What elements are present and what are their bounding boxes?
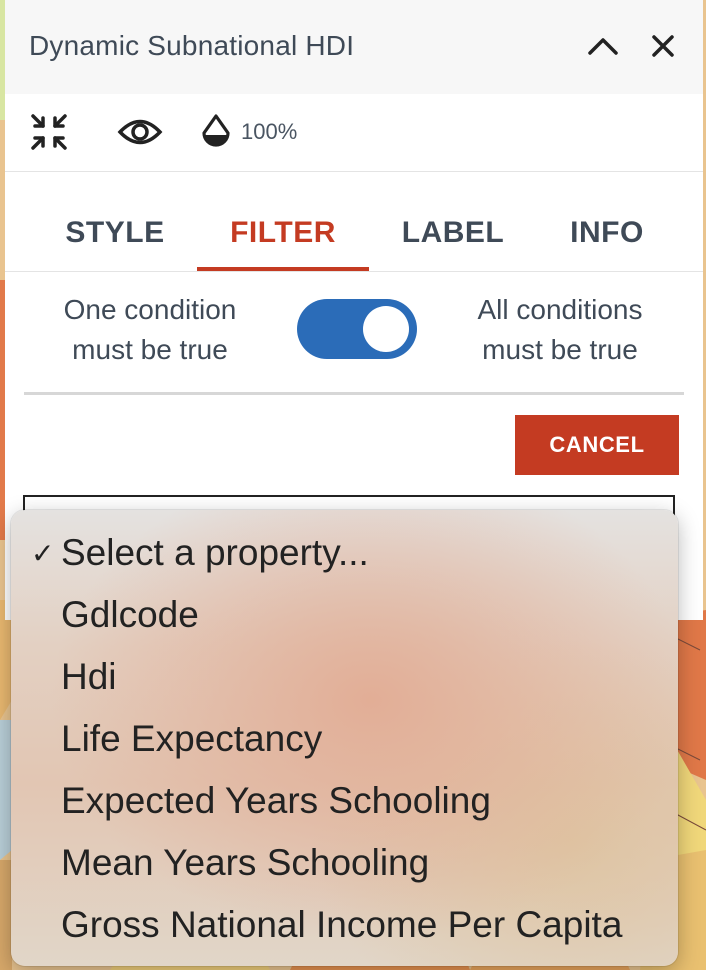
option-label: Select a property...	[61, 532, 369, 573]
panel-header: Dynamic Subnational HDI	[5, 0, 703, 94]
opacity-control[interactable]: 100%	[199, 112, 297, 152]
opacity-value: 100%	[241, 119, 298, 144]
any-condition-line1: One condition	[63, 294, 237, 325]
option-label: Gross National Income Per Capita	[61, 904, 623, 945]
close-icon	[652, 35, 674, 57]
chevron-up-icon	[588, 38, 618, 55]
dropdown-option-mean-years-schooling[interactable]: Mean Years Schooling	[11, 832, 678, 894]
any-condition-label: One condition must be true	[45, 290, 255, 370]
tab-style[interactable]: STYLE	[29, 200, 201, 272]
checkmark-icon: ✓	[31, 537, 55, 569]
any-condition-line2: must be true	[72, 334, 228, 365]
option-label: Expected Years Schooling	[61, 780, 491, 821]
visibility-button[interactable]	[117, 112, 163, 152]
active-tab-indicator	[197, 267, 369, 271]
layer-toolbar: 100%	[5, 94, 703, 172]
cancel-button[interactable]: CANCEL	[515, 415, 679, 475]
dropdown-option-hdi[interactable]: Hdi	[11, 646, 678, 708]
toggle-knob	[363, 306, 409, 352]
condition-mode-toggle[interactable]	[297, 299, 417, 359]
all-conditions-line2: must be true	[482, 334, 638, 365]
option-label: Hdi	[61, 656, 117, 697]
shrink-button[interactable]	[29, 112, 69, 152]
panel-title: Dynamic Subnational HDI	[29, 30, 355, 61]
dropdown-option-placeholder[interactable]: ✓ Select a property...	[11, 522, 678, 584]
option-label: Mean Years Schooling	[61, 842, 430, 883]
collapse-button[interactable]	[583, 26, 623, 66]
section-divider	[24, 392, 684, 395]
close-button[interactable]	[643, 26, 683, 66]
dropdown-option-gni-per-capita[interactable]: Gross National Income Per Capita	[11, 894, 678, 956]
opacity-drop-icon	[202, 114, 230, 147]
dropdown-option-expected-years-schooling[interactable]: Expected Years Schooling	[11, 770, 678, 832]
tab-label[interactable]: LABEL	[367, 200, 539, 272]
tab-info[interactable]: INFO	[521, 200, 693, 272]
dropdown-option-gdlcode[interactable]: Gdlcode	[11, 584, 678, 646]
option-label: Gdlcode	[61, 594, 199, 635]
panel-tabs: STYLE FILTER LABEL INFO	[5, 200, 703, 272]
tab-filter[interactable]: FILTER	[197, 200, 369, 272]
all-conditions-label: All conditions must be true	[455, 290, 665, 370]
property-dropdown-menu: ✓ Select a property... Gdlcode Hdi Life …	[11, 510, 678, 966]
shrink-icon	[31, 114, 67, 150]
all-conditions-line1: All conditions	[477, 294, 643, 325]
eye-icon	[117, 119, 163, 145]
condition-mode-row: One condition must be true All condition…	[5, 272, 703, 394]
dropdown-option-life-expectancy[interactable]: Life Expectancy	[11, 708, 678, 770]
option-label: Life Expectancy	[61, 718, 323, 759]
